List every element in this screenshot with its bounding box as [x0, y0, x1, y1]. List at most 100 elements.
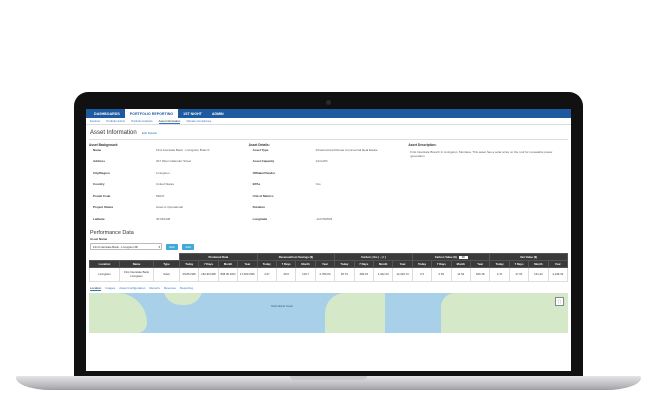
asset-description-heading: Asset Description:	[408, 142, 437, 147]
table-cell: 17,000 kWh	[237, 267, 258, 282]
column-header: Month	[528, 260, 549, 268]
column-header: Month	[372, 260, 394, 268]
subnav-asset-information[interactable]: Asset Information	[158, 119, 181, 124]
info-value: Livingston	[156, 170, 170, 175]
table-cell: 29.86 kWh	[179, 267, 200, 282]
info-row: Postal Code 59047	[89, 194, 249, 206]
info-row: Address 207 West Callender Street	[89, 159, 249, 171]
info-label: EPAs	[252, 182, 261, 186]
map-land	[441, 293, 568, 333]
info-label: City/Region	[93, 170, 110, 175]
column-header: Today	[489, 260, 510, 268]
info-value: Asset is Operational	[156, 205, 183, 209]
table-cell: 4.47	[256, 267, 277, 282]
table-cell: 40.79	[334, 267, 355, 282]
info-value: 59047	[156, 193, 165, 198]
column-header: 7 Days	[198, 260, 219, 268]
column-header: Name	[119, 260, 154, 268]
info-row: City/Region Livingston	[89, 171, 249, 183]
asset-background-col: Asset Background: Name First Interstate B…	[89, 143, 249, 229]
tab-reporting[interactable]: Reporting	[180, 286, 193, 291]
column-header: Year	[237, 260, 258, 268]
tab-revenue[interactable]: Revenue	[164, 286, 176, 291]
column-header-row: Location Name Type Today 7 Days Month Year Toda…	[89, 260, 569, 268]
fullscreen-icon[interactable]: ⛶	[555, 297, 564, 306]
table-cell: 119.7	[295, 267, 316, 282]
tab-asset-configuration[interactable]: Asset Configuration	[119, 286, 145, 291]
info-row: Longitude -110.560526	[249, 217, 409, 229]
app-screen: DASHBOARDS PORTFOLIO REPORTING 1ST NIGHT…	[86, 109, 571, 371]
column-header: Year	[314, 260, 336, 268]
edit-details-link[interactable]: Edit Details	[142, 131, 157, 135]
asset-description-col: Asset Description: First Interstate Bran…	[408, 143, 568, 229]
map-ocean-label: North Atlantic Ocean	[271, 305, 293, 308]
subnav-climate-compliance[interactable]: Climate Compliance	[186, 119, 211, 123]
tab-location[interactable]: Location	[90, 286, 102, 291]
sub-nav: Explorer Portfolio Admin Portfolio Analy…	[86, 118, 571, 125]
info-row: Asset Type Infrastructure/Climate Commerc…	[249, 148, 409, 160]
camera-icon	[326, 100, 331, 105]
info-value: -110.560526	[315, 216, 333, 221]
location-map[interactable]: North Atlantic Ocean ⛶	[89, 293, 568, 333]
table-row[interactable]: Livingston First Interstate Bank Livingst…	[89, 267, 569, 282]
info-label: Country	[93, 182, 105, 186]
column-header: Year	[469, 260, 491, 268]
table-cell: 409.18	[469, 267, 491, 282]
laptop-notch	[290, 376, 367, 380]
table-cell: 1,322.20	[372, 267, 394, 282]
column-header: Today	[411, 260, 433, 268]
info-label: Offtaker/Vendor	[252, 170, 276, 175]
nav-item-dashboards[interactable]: DASHBOARDS	[89, 109, 125, 118]
info-row: Duration	[249, 205, 409, 217]
nav-item-portfolio-reporting[interactable]: PORTFOLIO REPORTING	[124, 109, 179, 118]
table-cell: 27.61	[508, 267, 530, 282]
column-header: Location	[89, 260, 120, 268]
group-header-carbon: Carbon ( lbs ) - ( t )	[334, 253, 413, 261]
table-cell: 131.22	[528, 267, 549, 282]
info-row: Project Status Asset is Operational	[89, 205, 249, 217]
info-label: Latitude	[93, 216, 105, 221]
column-header: Today	[334, 260, 355, 268]
add-button[interactable]: Add	[182, 243, 194, 250]
group-header-net-value: Net Value ($)	[489, 253, 569, 261]
map-land	[163, 293, 203, 305]
table-cell: Solar	[152, 267, 181, 282]
group-header-blank	[89, 253, 180, 261]
column-header: Month	[450, 260, 471, 268]
performance-table: Produced Data Revenue/Cost Savings ($) C…	[89, 253, 569, 282]
table-cell: 4,249.32	[547, 267, 569, 282]
info-label: Name	[93, 147, 102, 152]
info-value: Yes	[315, 182, 321, 186]
nav-item-1st-night[interactable]: 1ST NIGHT	[178, 109, 207, 118]
info-value: 207 West Callender Street	[156, 159, 192, 163]
table-cell: 29.6	[275, 267, 297, 282]
info-row: Latitude 45.661448	[89, 217, 249, 229]
table-cell: 4.47	[489, 267, 510, 282]
tab-reports[interactable]: Reports	[149, 286, 160, 291]
edit-button[interactable]: Edit	[166, 243, 178, 250]
column-header: 7 Days	[508, 260, 530, 268]
table-body: Livingston First Interstate Bank Livingst…	[89, 267, 569, 282]
nav-item-admin[interactable]: ADMIN	[207, 109, 229, 118]
subnav-explorer[interactable]: Explorer	[90, 119, 100, 123]
subnav-portfolio-admin[interactable]: Portfolio Admin	[106, 119, 125, 123]
info-value: 45.661448	[156, 216, 171, 221]
info-row: Asset Capacity 124 kWh	[249, 159, 409, 171]
detail-tabs: Location Images Asset Configuration Repo…	[89, 286, 568, 291]
tab-images[interactable]: Images	[105, 286, 115, 291]
group-header-produced: Produced Data	[179, 253, 258, 261]
column-header: Month	[217, 260, 239, 268]
column-header: Today	[179, 260, 200, 268]
top-nav: DASHBOARDS PORTFOLIO REPORTING 1ST NIGHT…	[86, 109, 571, 118]
asset-select[interactable]: First Interstate Bank - Livingston Br ▾	[90, 243, 162, 250]
asset-name-label: Asset Name	[90, 237, 108, 241]
info-label: Unit of Metrics	[252, 193, 274, 198]
info-row: Country United States	[89, 182, 249, 194]
info-row: Offtaker/Vendor	[249, 171, 409, 183]
carbon-value-input[interactable]: 13	[458, 255, 468, 260]
subnav-portfolio-analysis[interactable]: Portfolio Analysis	[131, 119, 152, 123]
column-header: Year	[547, 260, 569, 268]
info-label: Longitude	[252, 216, 268, 221]
info-value: First Interstate Bank - Livingston Branc…	[156, 147, 210, 152]
group-header-carbon-value: Carbon Value ($) 13	[411, 253, 491, 261]
